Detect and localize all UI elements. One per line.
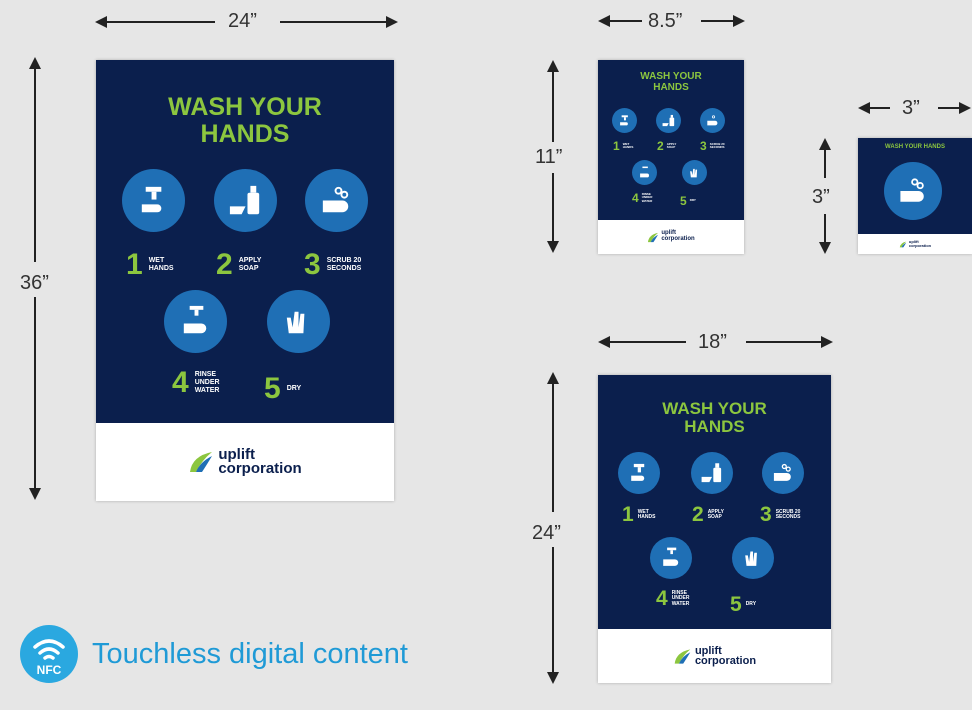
poster-footer: uplift corporation bbox=[96, 423, 394, 501]
poster-small: WASH YOUR HANDS 1 WET HANDS 2 APPLY SOAP… bbox=[598, 60, 744, 254]
rinse-icon bbox=[650, 537, 692, 579]
step-5: 5 DRY bbox=[680, 194, 696, 208]
nfc-badge-text: NFC bbox=[37, 663, 62, 677]
scrub-hands-icon bbox=[305, 169, 368, 232]
poster-title: WASH YOUR HANDS bbox=[662, 399, 767, 437]
height-label-mini: 3” bbox=[812, 186, 830, 208]
step-1: 1 WET HANDS bbox=[613, 139, 634, 153]
uplift-logo: uplift corporation bbox=[188, 447, 302, 477]
leaf-logo-icon bbox=[674, 648, 691, 664]
poster-footer: uplift corporation bbox=[858, 234, 972, 254]
step-1: 1 WET HANDS bbox=[126, 248, 174, 281]
step-3: 3 SCRUB 20 SECONDS bbox=[700, 139, 725, 153]
step-3: 3 SCRUB 20 SECONDS bbox=[304, 248, 362, 281]
step-5: 5 DRY bbox=[730, 593, 757, 616]
poster-title: WASH YOUR HANDS bbox=[640, 71, 702, 93]
poster-footer: uplift corporation bbox=[598, 629, 831, 683]
step-3: 3 SCRUB 20 SECONDS bbox=[760, 503, 801, 526]
height-label-medium: 24” bbox=[532, 522, 561, 544]
leaf-logo-icon bbox=[899, 241, 907, 247]
scrub-hands-icon bbox=[884, 162, 942, 220]
step-2: 2 APPLY SOAP bbox=[692, 503, 724, 526]
rinse-icon bbox=[164, 290, 227, 353]
step-1: 1 WET HANDS bbox=[622, 503, 656, 526]
leaf-logo-icon bbox=[648, 232, 659, 242]
dry-hands-icon bbox=[682, 160, 707, 185]
scrub-hands-icon bbox=[700, 108, 725, 133]
poster-title: WASH YOUR HANDS bbox=[168, 93, 322, 148]
step-5: 5 DRY bbox=[264, 372, 302, 405]
uplift-logo: uplift corporation bbox=[647, 230, 695, 242]
height-label-small: 11” bbox=[535, 146, 563, 168]
leaf-logo-icon bbox=[190, 452, 213, 472]
poster-footer: uplift corporation bbox=[598, 220, 744, 254]
width-label-mini: 3” bbox=[902, 97, 920, 119]
soap-pump-icon bbox=[691, 452, 733, 494]
step-4: 4 RINSE UNDER WATER bbox=[656, 587, 690, 610]
step-4: 4 RINSE UNDER WATER bbox=[632, 191, 653, 205]
step-4: 4 RINSE UNDER WATER bbox=[172, 366, 220, 399]
poster-medium: WASH YOUR HANDS 1 WET HANDS 2 APPLY SOAP… bbox=[598, 375, 831, 683]
step-2: 2 APPLY SOAP bbox=[216, 248, 262, 281]
dry-hands-icon bbox=[732, 537, 774, 579]
nfc-icon: NFC bbox=[20, 625, 78, 683]
uplift-logo: uplift corporation bbox=[899, 240, 931, 248]
width-label-small: 8.5” bbox=[648, 10, 683, 32]
step-2: 2 APPLY SOAP bbox=[657, 139, 677, 153]
height-label-large: 36” bbox=[20, 272, 49, 294]
poster-large: WASH YOUR HANDS 1 WET HANDS 2 APPLY SOAP… bbox=[96, 60, 394, 501]
nfc-text: Touchless digital content bbox=[92, 637, 408, 670]
poster-mini: WASH YOUR HANDS uplift corporation bbox=[858, 138, 972, 254]
faucet-icon bbox=[618, 452, 660, 494]
uplift-logo: uplift corporation bbox=[673, 645, 756, 667]
wifi-waves-icon: NFC bbox=[33, 639, 65, 677]
width-label-large: 24” bbox=[228, 10, 257, 32]
width-label-medium: 18” bbox=[698, 331, 727, 353]
nfc-callout: NFC Touchless digital content bbox=[20, 625, 408, 683]
mini-title: WASH YOUR HANDS bbox=[885, 144, 945, 150]
rinse-icon bbox=[632, 160, 657, 185]
faucet-icon bbox=[122, 169, 185, 232]
soap-pump-icon bbox=[214, 169, 277, 232]
soap-pump-icon bbox=[656, 108, 681, 133]
dry-hands-icon bbox=[267, 290, 330, 353]
scrub-hands-icon bbox=[762, 452, 804, 494]
faucet-icon bbox=[612, 108, 637, 133]
